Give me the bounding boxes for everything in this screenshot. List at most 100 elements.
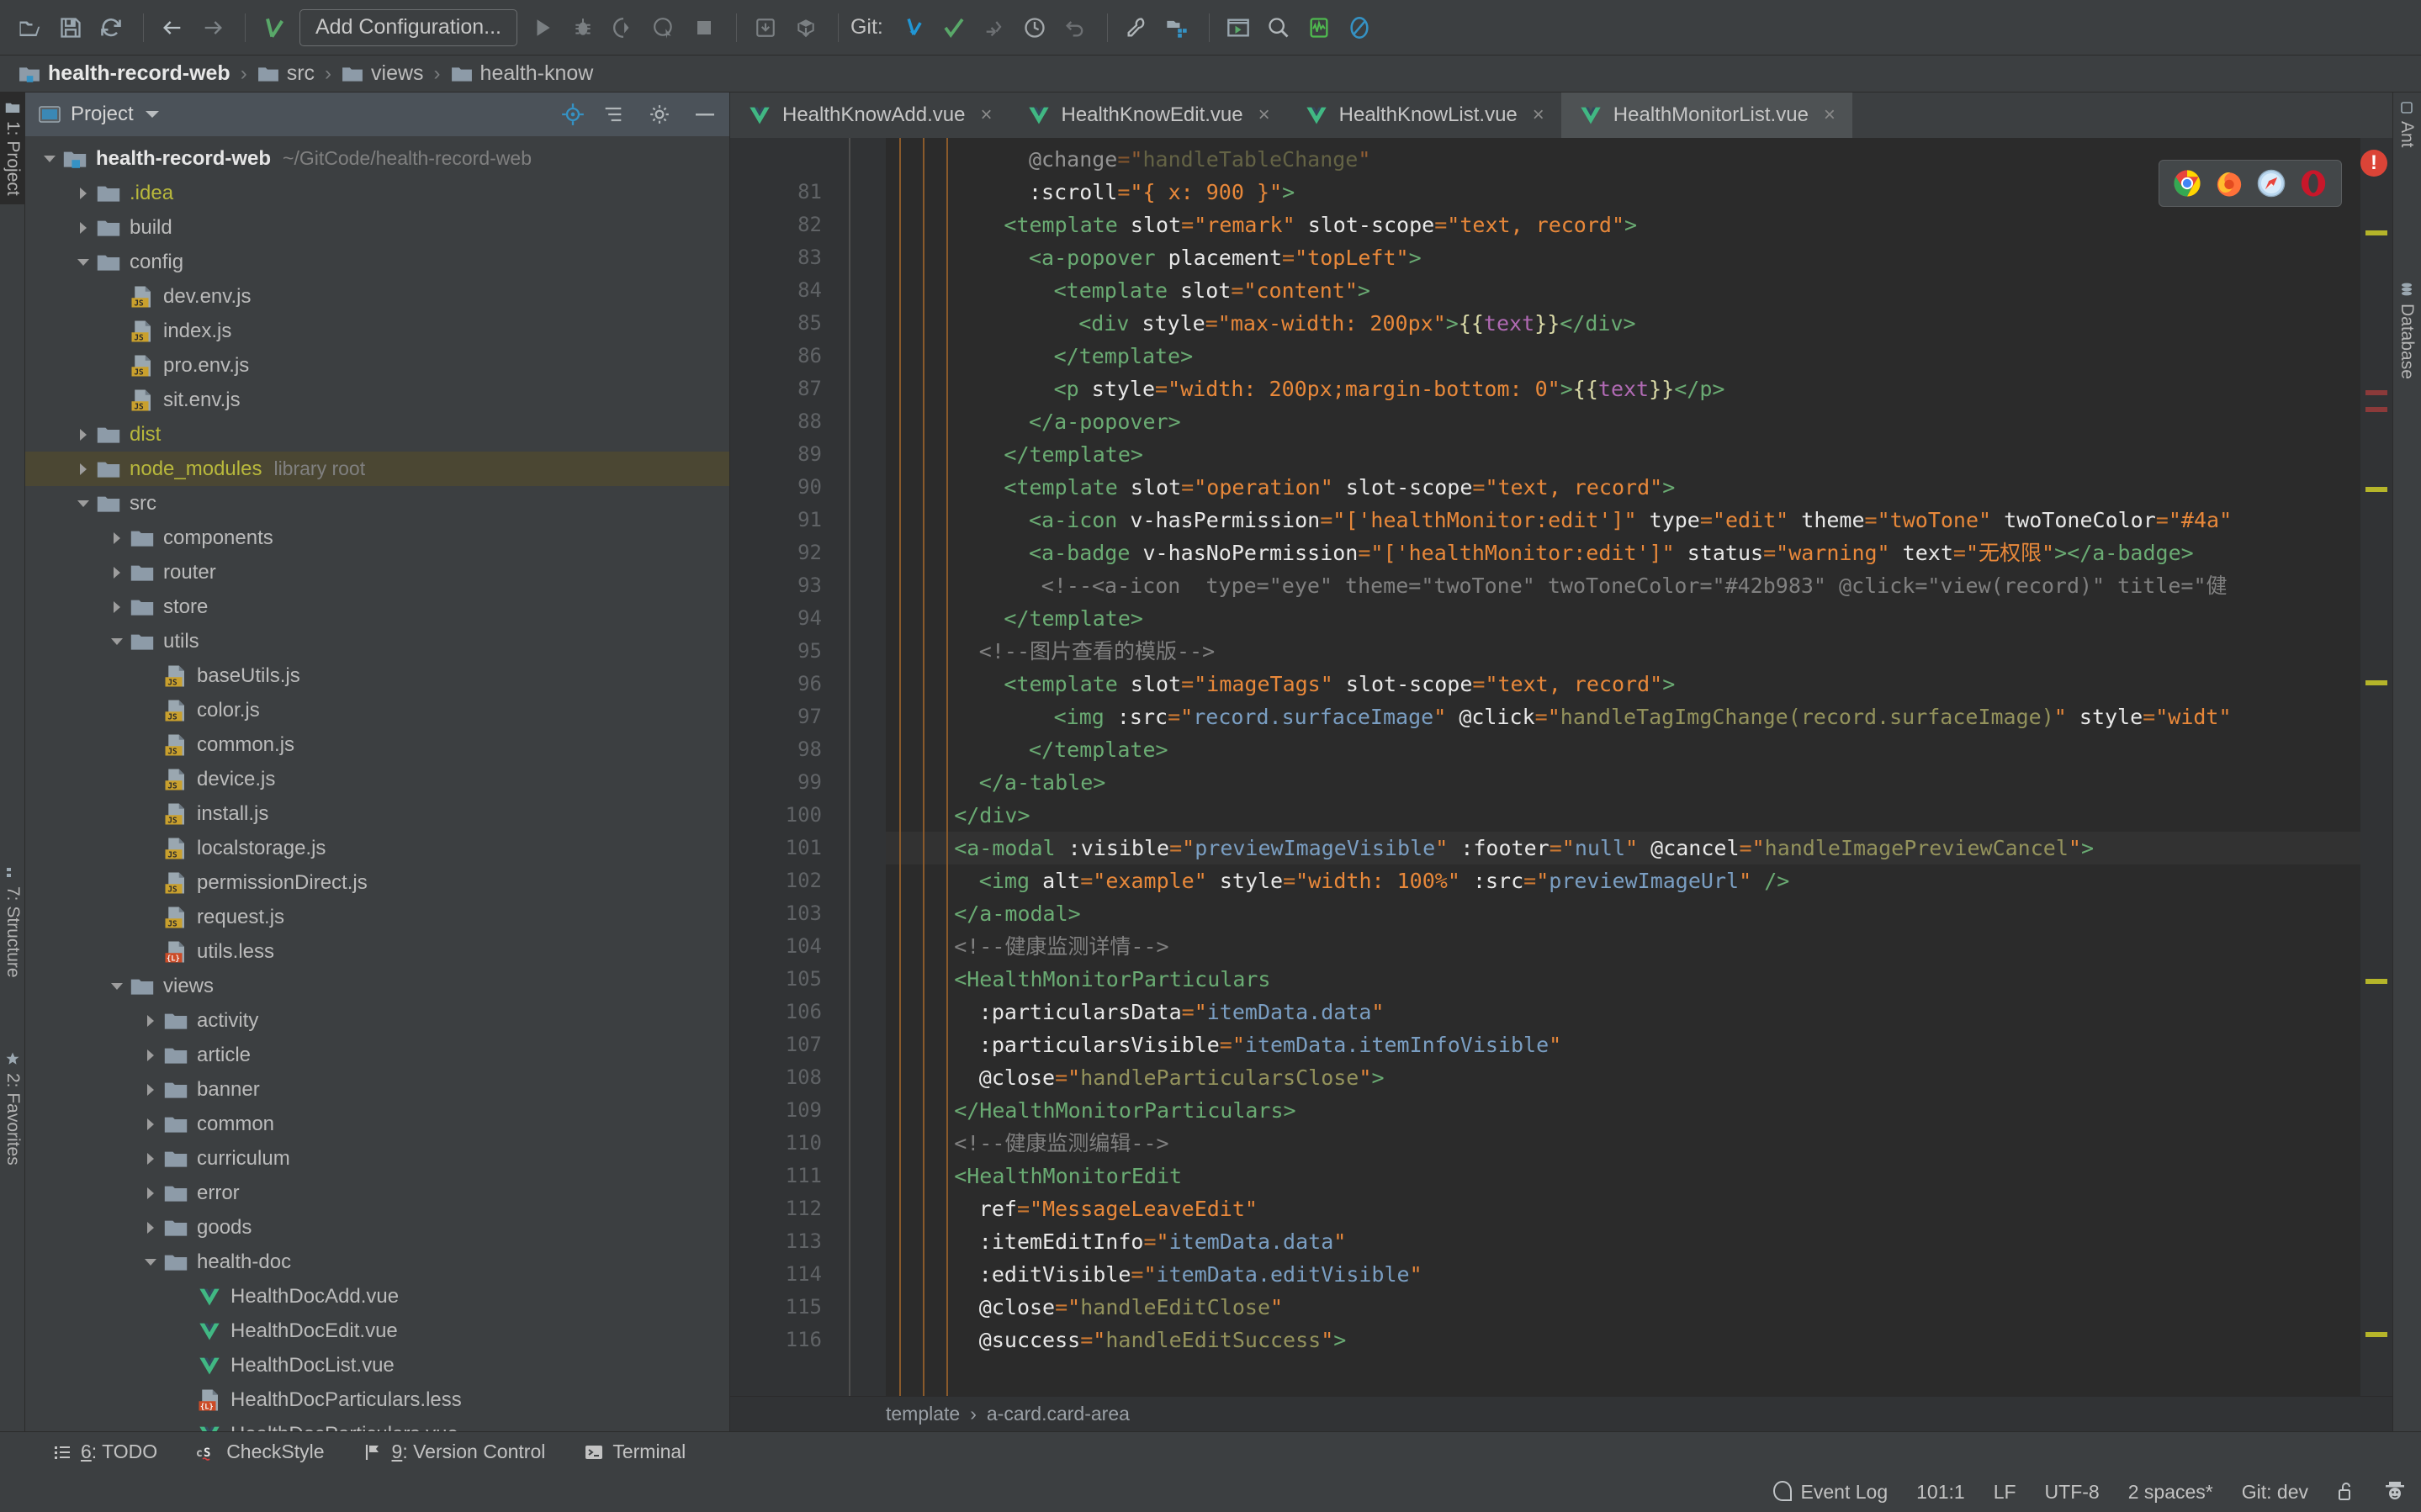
collapse-all-icon[interactable] — [601, 103, 625, 126]
add-configuration-button[interactable]: Add Configuration... — [299, 9, 517, 46]
code-line-104[interactable]: <!--健康监测详情--> — [886, 930, 2360, 963]
open-folder-icon[interactable] — [12, 9, 49, 46]
twisty-collapsed-icon[interactable] — [140, 1186, 162, 1201]
run-anything-icon[interactable] — [1220, 9, 1257, 46]
tree-node-index-js[interactable]: JSindex.js — [25, 314, 729, 348]
browser-launcher-popup[interactable] — [2159, 160, 2342, 207]
code-line-81[interactable]: :scroll="{ x: 900 }"> — [886, 176, 2360, 209]
warning-mark[interactable] — [2365, 407, 2387, 412]
twisty-collapsed-icon[interactable] — [72, 220, 94, 235]
git-push-icon[interactable] — [976, 9, 1013, 46]
tree-node-healthdocparticulars-vue[interactable]: HealthDocParticulars.vue — [25, 1417, 729, 1431]
project-structure-icon[interactable] — [1158, 9, 1195, 46]
error-count-badge[interactable]: ! — [2360, 150, 2387, 177]
project-tree[interactable]: health-record-web~/GitCode/health-record… — [25, 136, 729, 1431]
tool-window-button--todo[interactable]: 6: TODO — [52, 1441, 157, 1463]
sidebar-tab-database[interactable]: Database — [2392, 273, 2421, 388]
code-line-93[interactable]: <!--<a-icon type="eye" theme="twoTone" t… — [886, 569, 2360, 602]
run-icon[interactable] — [524, 9, 561, 46]
code-line-102[interactable]: <img alt="example" style="width: 100%" :… — [886, 864, 2360, 897]
code-line-86[interactable]: </template> — [886, 340, 2360, 373]
code-line-92[interactable]: <a-badge v-hasNoPermission="['healthMoni… — [886, 537, 2360, 569]
tree-node-src[interactable]: src — [25, 486, 729, 521]
tool-window-button-checkstyle[interactable]: cSCheckStyle — [196, 1441, 324, 1463]
pull-icon[interactable] — [787, 9, 824, 46]
tree-node-dist[interactable]: dist — [25, 417, 729, 452]
code-line-101[interactable]: <a-modal :visible="previewImageVisible" … — [886, 832, 2360, 864]
tree-node-activity[interactable]: activity — [25, 1003, 729, 1038]
code-line-96[interactable]: <template slot="imageTags" slot-scope="t… — [886, 668, 2360, 700]
editor-breadcrumb-item-0[interactable]: template — [886, 1403, 960, 1425]
twisty-expanded-icon[interactable] — [106, 981, 128, 992]
warning-mark[interactable] — [2365, 680, 2387, 685]
editor-tab-healthmonitorlist-vue[interactable]: HealthMonitorList.vue× — [1561, 93, 1852, 138]
close-icon[interactable]: × — [1533, 103, 1544, 127]
code-line-113[interactable]: :itemEditInfo="itemData.data" — [886, 1225, 2360, 1258]
editor-tab-healthknowedit-vue[interactable]: HealthKnowEdit.vue× — [1009, 93, 1287, 138]
tree-node-config[interactable]: config — [25, 245, 729, 279]
minimize-icon[interactable] — [694, 110, 716, 119]
close-icon[interactable]: × — [980, 103, 992, 127]
code-line-105[interactable]: <HealthMonitorParticulars — [886, 963, 2360, 996]
tree-node-health-doc[interactable]: health-doc — [25, 1245, 729, 1279]
code-line-82[interactable]: <template slot="remark" slot-scope="text… — [886, 209, 2360, 241]
tree-node-healthdocadd-vue[interactable]: HealthDocAdd.vue — [25, 1279, 729, 1314]
git-branch[interactable]: Git: dev — [2242, 1481, 2308, 1504]
breadcrumb-item-src[interactable]: src — [257, 61, 315, 86]
tree-node-sit-env-js[interactable]: JSsit.env.js — [25, 383, 729, 417]
code-line-84[interactable]: <template slot="content"> — [886, 274, 2360, 307]
code-line-87[interactable]: <p style="width: 200px;margin-bottom: 0"… — [886, 373, 2360, 405]
twisty-collapsed-icon[interactable] — [140, 1013, 162, 1028]
back-arrow-icon[interactable] — [154, 9, 191, 46]
code-line-85[interactable]: <div style="max-width: 200px">{{text}}</… — [886, 307, 2360, 340]
tree-node-build[interactable]: build — [25, 210, 729, 245]
code-line-98[interactable]: </template> — [886, 733, 2360, 766]
git-revert-icon[interactable] — [1057, 9, 1094, 46]
warning-mark[interactable] — [2365, 979, 2387, 984]
code-line-109[interactable]: </HealthMonitorParticulars> — [886, 1094, 2360, 1127]
line-separator[interactable]: LF — [1994, 1481, 2016, 1504]
tree-node-utils[interactable]: utils — [25, 624, 729, 658]
twisty-expanded-icon[interactable] — [39, 153, 61, 165]
tool-window-button-terminal[interactable]: Terminal — [584, 1441, 686, 1463]
close-icon[interactable]: × — [1824, 103, 1836, 127]
chevron-down-icon[interactable] — [144, 108, 161, 120]
twisty-collapsed-icon[interactable] — [140, 1082, 162, 1097]
unlocked-icon[interactable] — [2337, 1481, 2355, 1503]
sidebar-tab-favorites[interactable]: 2: Favorites — [0, 1043, 25, 1174]
encoding[interactable]: UTF-8 — [2045, 1481, 2100, 1504]
settings-wrench-icon[interactable] — [1118, 9, 1155, 46]
tree-node-article[interactable]: article — [25, 1038, 729, 1072]
code-line-95[interactable]: <!--图片查看的模版--> — [886, 635, 2360, 668]
code-line-103[interactable]: </a-modal> — [886, 897, 2360, 930]
code-line-114[interactable]: :editVisible="itemData.editVisible" — [886, 1258, 2360, 1291]
twisty-collapsed-icon[interactable] — [106, 565, 128, 580]
code-line-107[interactable]: :particularsVisible="itemData.itemInfoVi… — [886, 1028, 2360, 1061]
sidebar-tab-ant[interactable]: Ant — [2392, 93, 2421, 156]
caret-position[interactable]: 101:1 — [1916, 1481, 1965, 1504]
tree-node-install-js[interactable]: JSinstall.js — [25, 796, 729, 831]
tree-node-utils-less[interactable]: {L}utils.less — [25, 934, 729, 969]
tool-window-button--version-control[interactable]: 9: Version Control — [363, 1441, 546, 1463]
twisty-collapsed-icon[interactable] — [72, 186, 94, 201]
code-line-83[interactable]: <a-popover placement="topLeft"> — [886, 241, 2360, 274]
error-stripe-marks[interactable]: ! — [2360, 138, 2392, 1396]
code-line-88[interactable]: </a-popover> — [886, 405, 2360, 438]
code-line-115[interactable]: @close="handleEditClose" — [886, 1291, 2360, 1324]
ant-build-icon[interactable] — [1301, 9, 1338, 46]
search-everywhere-icon[interactable] — [1260, 9, 1297, 46]
code-line-90[interactable]: <template slot="operation" slot-scope="t… — [886, 471, 2360, 504]
git-update-icon[interactable] — [895, 9, 932, 46]
tree-node-views[interactable]: views — [25, 969, 729, 1003]
update-project-icon[interactable] — [747, 9, 784, 46]
editor-tab-healthknowadd-vue[interactable]: HealthKnowAdd.vue× — [730, 93, 1009, 138]
tree-node-error[interactable]: error — [25, 1176, 729, 1210]
tree-node-banner[interactable]: banner — [25, 1072, 729, 1107]
tree-node-healthdocedit-vue[interactable]: HealthDocEdit.vue — [25, 1314, 729, 1348]
code-line-91[interactable]: <a-icon v-hasPermission="['healthMonitor… — [886, 504, 2360, 537]
debug-icon[interactable] — [564, 9, 601, 46]
tree-node--idea[interactable]: .idea — [25, 176, 729, 210]
tree-node-node-modules[interactable]: node_moduleslibrary root — [25, 452, 729, 486]
editor-tab-bar[interactable]: HealthKnowAdd.vue×HealthKnowEdit.vue× Hea… — [730, 93, 2392, 138]
firefox-icon[interactable] — [2215, 169, 2244, 198]
